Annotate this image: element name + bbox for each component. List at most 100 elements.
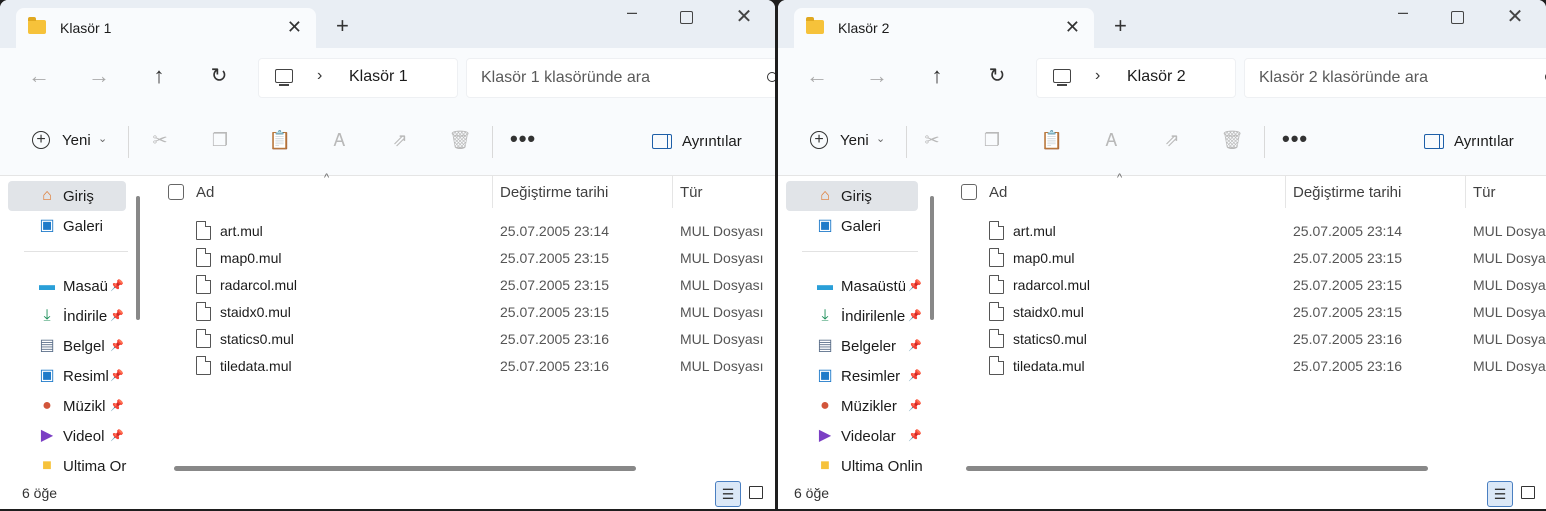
sidebar-item-ultima-online[interactable]: ■ Ultima Onlin bbox=[786, 451, 923, 481]
back-button[interactable]: ← bbox=[24, 64, 54, 88]
search-input[interactable]: Klasör 1 klasöründe ara bbox=[466, 58, 775, 98]
back-button[interactable]: ← bbox=[802, 64, 832, 88]
table-row[interactable]: statics0.mul 25.07.2005 23:16 MUL Dosyas… bbox=[150, 326, 775, 353]
sidebar-item-gallery[interactable]: ▣ Galeri bbox=[786, 211, 904, 241]
refresh-button[interactable]: ↻ bbox=[982, 64, 1012, 88]
this-pc-icon[interactable] bbox=[275, 69, 293, 86]
copy-icon[interactable]: ❐ bbox=[208, 130, 232, 151]
paste-icon[interactable]: 📋 bbox=[268, 130, 292, 151]
tiles-view-button[interactable] bbox=[749, 486, 763, 499]
table-row[interactable]: tiledata.mul 25.07.2005 23:16 MUL Dosya bbox=[943, 353, 1546, 380]
column-header-type[interactable]: Tür bbox=[680, 184, 703, 201]
column-header-type[interactable]: Tür bbox=[1473, 184, 1496, 201]
rename-icon[interactable]: Ꭺ bbox=[1100, 130, 1124, 151]
forward-button[interactable]: → bbox=[862, 64, 892, 88]
details-pane-icon[interactable] bbox=[652, 134, 672, 149]
sidebar-item-ultima-online[interactable]: ■ Ultima Or bbox=[8, 451, 126, 481]
table-row[interactable]: staidx0.mul 25.07.2005 23:15 MUL Dosya bbox=[943, 299, 1546, 326]
minimize-button[interactable]: – bbox=[1388, 2, 1418, 26]
rename-icon[interactable]: Ꭺ bbox=[328, 130, 352, 151]
refresh-button[interactable]: ↻ bbox=[204, 64, 234, 88]
minimize-button[interactable]: – bbox=[617, 2, 647, 26]
select-all-checkbox[interactable] bbox=[168, 184, 184, 200]
sidebar-item-music[interactable]: ● Müzikler 📌 bbox=[786, 391, 922, 421]
sidebar-item-documents[interactable]: ▤ Belgeler 📌 bbox=[786, 331, 921, 361]
sidebar-item-videos[interactable]: ▶ Videol 📌 bbox=[8, 421, 126, 451]
pin-icon[interactable]: 📌 bbox=[908, 369, 922, 382]
address-bar[interactable]: › Klasör 1 bbox=[258, 58, 458, 98]
forward-button[interactable]: → bbox=[84, 64, 114, 88]
pin-icon[interactable]: 📌 bbox=[908, 399, 922, 412]
pin-icon[interactable]: 📌 bbox=[110, 399, 124, 412]
sidebar-item-pictures[interactable]: ▣ Resimler 📌 bbox=[786, 361, 921, 391]
close-window-button[interactable]: ✕ bbox=[1500, 4, 1530, 28]
more-options-icon[interactable]: ••• bbox=[510, 126, 536, 152]
table-row[interactable]: map0.mul 25.07.2005 23:15 MUL Dosya bbox=[943, 245, 1546, 272]
sidebar-item-home[interactable]: ⌂ Giriş bbox=[786, 181, 918, 211]
details-button[interactable]: Ayrıntılar bbox=[1454, 133, 1514, 150]
sidebar-item-downloads[interactable]: ⤓ İndirilenle 📌 bbox=[786, 301, 921, 331]
maximize-button[interactable] bbox=[671, 6, 701, 30]
column-header-name[interactable]: Ad bbox=[196, 184, 214, 201]
pin-icon[interactable]: 📌 bbox=[908, 429, 922, 442]
table-row[interactable]: staidx0.mul 25.07.2005 23:15 MUL Dosyası bbox=[150, 299, 775, 326]
column-divider[interactable] bbox=[492, 176, 493, 208]
column-header-date[interactable]: Değiştirme tarihi bbox=[1293, 184, 1401, 201]
breadcrumb-current[interactable]: Klasör 2 bbox=[1127, 68, 1186, 86]
horizontal-scrollbar[interactable] bbox=[966, 466, 1428, 471]
chevron-right-icon[interactable]: › bbox=[317, 67, 322, 85]
address-bar[interactable]: › Klasör 2 bbox=[1036, 58, 1236, 98]
table-row[interactable]: art.mul 25.07.2005 23:14 MUL Dosyası bbox=[150, 218, 775, 245]
share-icon[interactable]: ⇗ bbox=[388, 130, 412, 151]
pin-icon[interactable]: 📌 bbox=[908, 339, 922, 352]
delete-icon[interactable]: 🗑 bbox=[1220, 130, 1244, 151]
sidebar-item-videos[interactable]: ▶ Videolar 📌 bbox=[786, 421, 922, 451]
copy-icon[interactable]: ❐ bbox=[980, 130, 1004, 151]
delete-icon[interactable]: 🗑 bbox=[448, 130, 472, 151]
up-button[interactable]: ↑ bbox=[922, 64, 952, 88]
table-row[interactable]: statics0.mul 25.07.2005 23:16 MUL Dosya bbox=[943, 326, 1546, 353]
close-tab-icon[interactable]: ✕ bbox=[1065, 17, 1080, 38]
horizontal-scrollbar[interactable] bbox=[174, 466, 636, 471]
details-view-button[interactable]: ☰ bbox=[1487, 481, 1513, 507]
new-tab-button[interactable]: + bbox=[336, 15, 349, 37]
cut-icon[interactable]: ✂ bbox=[920, 130, 944, 151]
search-input[interactable]: Klasör 2 klasöründe ara bbox=[1244, 58, 1546, 98]
cut-icon[interactable]: ✂ bbox=[148, 130, 172, 151]
sidebar-item-documents[interactable]: ▤ Belgel 📌 bbox=[8, 331, 126, 361]
table-row[interactable]: radarcol.mul 25.07.2005 23:15 MUL Dosya bbox=[943, 272, 1546, 299]
table-row[interactable]: art.mul 25.07.2005 23:14 MUL Dosya bbox=[943, 218, 1546, 245]
column-divider[interactable] bbox=[1465, 176, 1466, 208]
column-divider[interactable] bbox=[672, 176, 673, 208]
paste-icon[interactable]: 📋 bbox=[1040, 130, 1064, 151]
sidebar-item-gallery[interactable]: ▣ Galeri bbox=[8, 211, 126, 241]
sidebar-item-desktop[interactable]: ▬ Masaüstü 📌 bbox=[786, 271, 922, 301]
sidebar-item-desktop[interactable]: ▬ Masaü 📌 bbox=[8, 271, 126, 301]
tab-klasor-2[interactable]: Klasör 2 ✕ bbox=[794, 8, 1094, 48]
sidebar-item-music[interactable]: ● Müzikl 📌 bbox=[8, 391, 126, 421]
close-window-button[interactable]: ✕ bbox=[729, 4, 759, 28]
select-all-checkbox[interactable] bbox=[961, 184, 977, 200]
this-pc-icon[interactable] bbox=[1053, 69, 1071, 86]
share-icon[interactable]: ⇗ bbox=[1160, 130, 1184, 151]
close-tab-icon[interactable]: ✕ bbox=[287, 17, 302, 38]
search-icon[interactable] bbox=[767, 72, 775, 82]
table-row[interactable]: tiledata.mul 25.07.2005 23:16 MUL Dosyas… bbox=[150, 353, 775, 380]
up-button[interactable]: ↑ bbox=[144, 64, 174, 88]
breadcrumb-current[interactable]: Klasör 1 bbox=[349, 68, 408, 86]
details-pane-icon[interactable] bbox=[1424, 134, 1444, 149]
column-divider[interactable] bbox=[1285, 176, 1286, 208]
pin-icon[interactable]: 📌 bbox=[908, 309, 922, 322]
sidebar-item-pictures[interactable]: ▣ Resiml 📌 bbox=[8, 361, 126, 391]
sidebar-scrollbar[interactable] bbox=[930, 196, 934, 320]
table-row[interactable]: radarcol.mul 25.07.2005 23:15 MUL Dosyas… bbox=[150, 272, 775, 299]
tab-klasor-1[interactable]: Klasör 1 ✕ bbox=[16, 8, 316, 48]
maximize-button[interactable] bbox=[1442, 6, 1472, 30]
table-row[interactable]: map0.mul 25.07.2005 23:15 MUL Dosyası bbox=[150, 245, 775, 272]
sidebar-item-home[interactable]: ⌂ Giriş bbox=[8, 181, 126, 211]
pin-icon[interactable]: 📌 bbox=[110, 339, 124, 352]
pin-icon[interactable]: 📌 bbox=[110, 279, 124, 292]
pin-icon[interactable]: 📌 bbox=[110, 429, 124, 442]
pin-icon[interactable]: 📌 bbox=[110, 309, 124, 322]
details-button[interactable]: Ayrıntılar bbox=[682, 133, 742, 150]
